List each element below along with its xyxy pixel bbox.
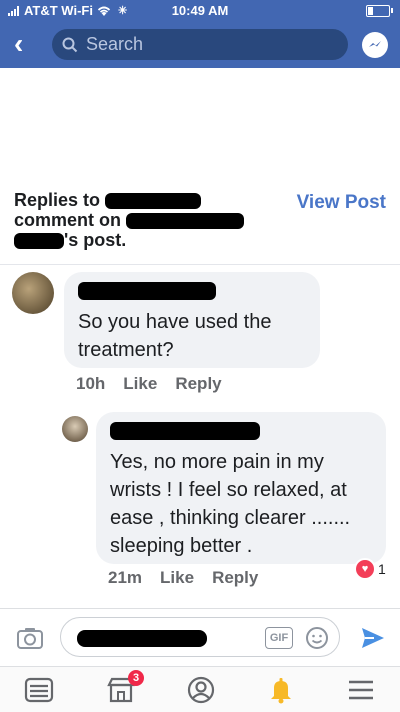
send-icon[interactable] bbox=[360, 626, 386, 650]
comment-actions: 21m Like Reply bbox=[108, 568, 258, 588]
search-icon bbox=[62, 37, 78, 52]
replies-title: Replies to comment on 's post. bbox=[14, 190, 264, 250]
title-middle: comment on bbox=[14, 210, 122, 230]
redacted-name bbox=[14, 233, 64, 250]
search-input[interactable]: Search bbox=[52, 29, 348, 60]
tab-marketplace[interactable]: 3 bbox=[106, 670, 144, 704]
heart-icon: ♥ bbox=[354, 558, 376, 580]
title-suffix: 's post. bbox=[64, 230, 127, 250]
like-button[interactable]: Like bbox=[160, 568, 194, 588]
camera-icon[interactable] bbox=[16, 626, 44, 650]
redacted-name bbox=[105, 193, 202, 210]
profile-icon bbox=[187, 676, 215, 704]
back-icon[interactable]: ‹ bbox=[14, 30, 23, 58]
status-bar: AT&T Wi-Fi ✳ 10:49 AM bbox=[0, 0, 400, 22]
menu-icon bbox=[349, 680, 373, 700]
reply-button[interactable]: Reply bbox=[175, 374, 221, 394]
notification-badge: 3 bbox=[128, 670, 144, 686]
redacted-author-name[interactable] bbox=[78, 282, 216, 300]
comment-composer: GIF bbox=[0, 608, 400, 667]
redacted-name bbox=[126, 213, 245, 230]
comment-bubble: So you have used the treatment? bbox=[64, 272, 320, 368]
comment-text: So you have used the treatment? bbox=[78, 311, 272, 361]
comment-time: 10h bbox=[76, 374, 106, 393]
search-placeholder: Search bbox=[86, 34, 144, 54]
tab-notifications[interactable] bbox=[266, 676, 296, 704]
comment-text: Yes, no more pain in my wrists ! I feel … bbox=[110, 451, 351, 557]
redacted-author-name[interactable] bbox=[110, 422, 260, 440]
messenger-icon[interactable] bbox=[362, 32, 388, 58]
nav-bar: ‹ Search bbox=[0, 22, 400, 68]
comment-time: 21m bbox=[108, 568, 143, 587]
emoji-icon[interactable] bbox=[305, 626, 329, 650]
avatar[interactable] bbox=[62, 416, 88, 442]
comment-input[interactable]: GIF bbox=[60, 617, 340, 657]
comment-bubble: Yes, no more pain in my wrists ! I feel … bbox=[96, 412, 386, 564]
bell-icon bbox=[271, 678, 291, 704]
tab-menu[interactable] bbox=[346, 676, 376, 704]
clock: 10:49 AM bbox=[171, 3, 229, 18]
tab-news-feed[interactable] bbox=[24, 676, 54, 704]
tab-profile[interactable] bbox=[186, 676, 216, 704]
reply-button[interactable]: Reply bbox=[212, 568, 258, 588]
news-feed-icon bbox=[24, 677, 54, 703]
redacted-mention bbox=[77, 630, 207, 647]
avatar[interactable] bbox=[12, 272, 54, 314]
gif-button[interactable]: GIF bbox=[265, 627, 293, 649]
comment-actions: 10h Like Reply bbox=[76, 374, 222, 394]
header-divider bbox=[0, 264, 400, 265]
reaction-summary[interactable]: ♥ 1 bbox=[354, 558, 386, 580]
bottom-tab-bar: 3 bbox=[0, 666, 400, 712]
view-post-link[interactable]: View Post bbox=[297, 192, 386, 214]
like-button[interactable]: Like bbox=[123, 374, 157, 394]
reaction-count: 1 bbox=[378, 561, 386, 577]
battery-icon bbox=[366, 5, 393, 17]
title-prefix: Replies to bbox=[14, 190, 101, 210]
